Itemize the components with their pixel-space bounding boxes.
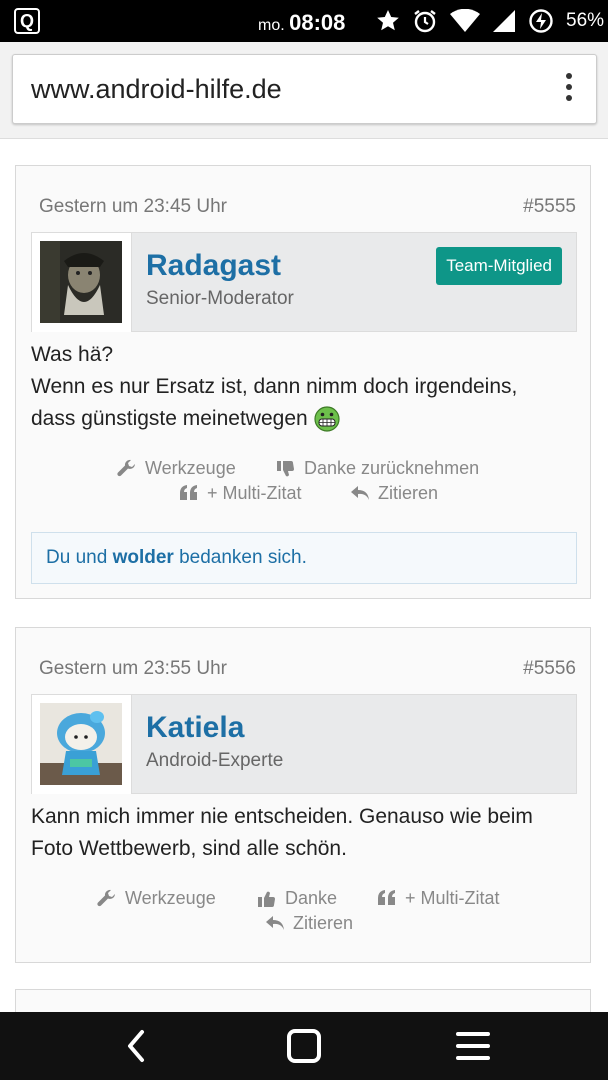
wrench-icon bbox=[117, 459, 135, 476]
status-day: mo. bbox=[258, 17, 285, 34]
team-member-badge: Team-Mitglied bbox=[436, 247, 562, 285]
thanks-user-link[interactable]: wolder bbox=[113, 547, 174, 568]
page-content[interactable]: Gestern um 23:45 Uhr #5555 Radagast Seni… bbox=[0, 138, 608, 1013]
back-icon[interactable] bbox=[120, 1026, 152, 1066]
home-icon[interactable] bbox=[284, 1026, 324, 1066]
unthank-button[interactable]: Danke zurücknehmen bbox=[276, 458, 479, 479]
reply-icon bbox=[351, 485, 369, 500]
avatar-image bbox=[40, 703, 122, 785]
data-saver-icon bbox=[529, 9, 553, 33]
forum-post: Gestern um 23:45 Uhr #5555 Radagast Seni… bbox=[15, 165, 591, 599]
thumbs-up-icon bbox=[258, 891, 275, 907]
post-number-link[interactable]: #5556 bbox=[523, 658, 576, 680]
url-text[interactable]: www.android-hilfe.de bbox=[31, 74, 282, 105]
unthank-label: Danke zurücknehmen bbox=[304, 458, 480, 478]
grin-emoji-icon bbox=[314, 406, 340, 432]
thanks-suffix: bedanken sich. bbox=[179, 547, 307, 568]
star-icon bbox=[377, 10, 399, 31]
author-name-link[interactable]: Radagast bbox=[146, 249, 281, 283]
post-date: Gestern um 23:55 Uhr bbox=[39, 658, 227, 679]
author-rank: Android-Experte bbox=[146, 750, 284, 771]
post-body: Kann mich immer nie entscheiden. Genauso… bbox=[31, 801, 533, 865]
tools-button[interactable]: Werkzeuge bbox=[117, 458, 236, 479]
status-time: 08:08 bbox=[289, 10, 346, 35]
overflow-menu-icon[interactable] bbox=[566, 73, 572, 106]
quote-icon bbox=[378, 889, 395, 905]
multi-quote-label: + Multi-Zitat bbox=[405, 888, 500, 908]
status-clock: mo. 08:08 bbox=[258, 10, 345, 36]
q-app-icon: Q bbox=[14, 8, 40, 34]
post-line: Wenn es nur Ersatz ist, dann nimm doch i… bbox=[31, 375, 518, 398]
menu-icon[interactable] bbox=[454, 1026, 492, 1066]
thanks-you: Du bbox=[46, 547, 71, 568]
navigation-bar bbox=[0, 1012, 608, 1080]
tools-button[interactable]: Werkzeuge bbox=[97, 888, 216, 909]
post-number-link[interactable]: #5555 bbox=[523, 196, 576, 218]
tools-label: Werkzeuge bbox=[145, 458, 236, 478]
thanks-and: und bbox=[75, 547, 108, 568]
quote-label: Zitieren bbox=[293, 913, 354, 933]
quote-button[interactable]: Zitieren bbox=[265, 913, 353, 934]
browser-toolbar: www.android-hilfe.de bbox=[0, 42, 608, 138]
reply-icon bbox=[266, 915, 284, 930]
author-box: Katiela Android-Experte bbox=[31, 694, 577, 794]
quote-label: Zitieren bbox=[378, 483, 439, 503]
tools-label: Werkzeuge bbox=[125, 888, 216, 908]
status-bar: Q mo. 08:08 56% bbox=[0, 0, 608, 42]
post-body: Was hä? Wenn es nur Ersatz ist, dann nim… bbox=[31, 339, 517, 435]
signal-icon bbox=[493, 10, 515, 32]
author-rank: Senior-Moderator bbox=[146, 288, 294, 309]
forum-post: Gestern um 23:55 Uhr #5556 Katiela Andro… bbox=[15, 627, 591, 963]
wifi-icon bbox=[450, 9, 480, 32]
quote-button[interactable]: Zitieren bbox=[350, 483, 438, 504]
url-bar[interactable]: www.android-hilfe.de bbox=[12, 54, 597, 124]
author-box: Radagast Senior-Moderator Team-Mitglied bbox=[31, 232, 577, 332]
author-name-link[interactable]: Katiela bbox=[146, 711, 244, 745]
post-line: Was hä? bbox=[31, 343, 114, 366]
avatar[interactable] bbox=[32, 233, 132, 332]
thank-label: Danke bbox=[285, 888, 338, 908]
battery-percent: 56% bbox=[566, 10, 605, 31]
status-icons: 56% bbox=[376, 8, 604, 34]
alarm-icon bbox=[414, 10, 436, 33]
wrench-icon bbox=[97, 889, 115, 906]
post-line: Kann mich immer nie entscheiden. Genauso… bbox=[31, 805, 533, 828]
thanks-box: Du und wolder bedanken sich. bbox=[31, 532, 577, 584]
thank-button[interactable]: Danke bbox=[257, 888, 337, 909]
multi-quote-label: + Multi-Zitat bbox=[207, 483, 302, 503]
post-line: Foto Wettbewerb, sind alle schön. bbox=[31, 837, 347, 860]
avatar[interactable] bbox=[32, 695, 132, 794]
post-line: dass günstigste meinetwegen bbox=[31, 407, 308, 430]
multi-quote-button[interactable]: + Multi-Zitat bbox=[179, 483, 302, 504]
quote-icon bbox=[180, 484, 197, 500]
post-line-with-emoji: dass günstigste meinetwegen bbox=[31, 403, 517, 435]
post-date: Gestern um 23:45 Uhr bbox=[39, 196, 227, 217]
forum-post-partial bbox=[15, 989, 591, 1013]
avatar-image bbox=[40, 241, 122, 323]
multi-quote-button[interactable]: + Multi-Zitat bbox=[377, 888, 500, 909]
thumbs-down-icon bbox=[277, 460, 294, 476]
